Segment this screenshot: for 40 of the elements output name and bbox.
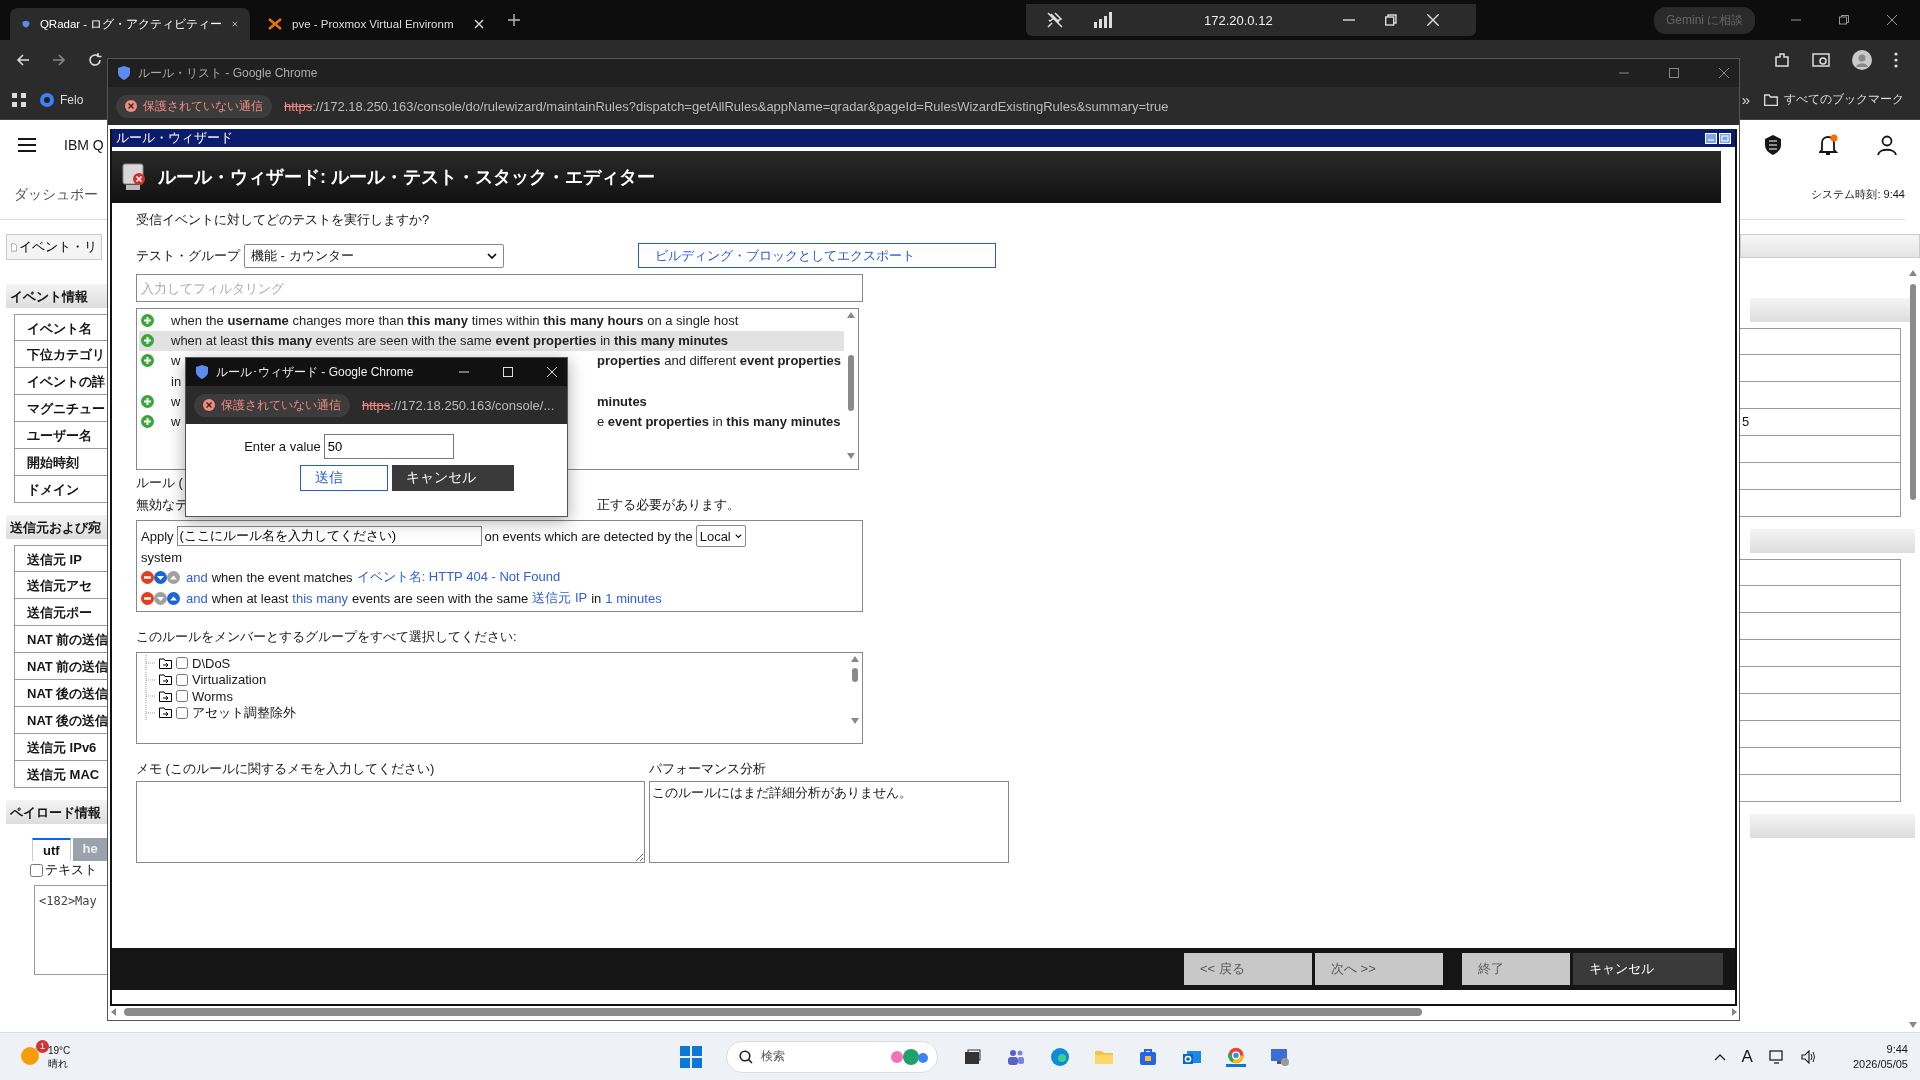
test-text: e event properties in this many minutes [597,414,841,429]
window-title: ルール･ウィザード - Google Chrome [216,363,414,381]
remote-address: 172.20.0.12 [1204,12,1273,28]
url-text: https://172.18.250.163/console/do/rulewizard/maintainRules?dispatch=getAllRules&appName=qradar&pageId=RulesWizardExistingRules&summary=true [284,98,1169,114]
field-label: Enter a value [244,439,321,454]
group-label: D\DoS [192,655,231,671]
checkbox-label: テキスト [45,861,97,879]
group-label: Virtualization [192,672,267,688]
field-label: パフォーマンス分析 [649,760,767,778]
test-text: w [171,353,181,368]
test-text: in [171,374,182,389]
test-text: minutes [597,394,647,409]
condition-text: when at least [211,590,289,606]
test-text: w [171,394,181,409]
test-text: w [171,414,181,429]
section-label: ルール ( [136,474,183,492]
apply-label: Apply [141,528,174,544]
test-text: when at least this many events are seen with the same event properties in this many minutes [171,333,729,348]
performance-text: このルールにはまだ詳細分析がありません。 [649,781,1009,863]
condition-text: events are seen with the same [351,590,529,606]
notification-badge: 1 [36,1039,49,1053]
condition-text: in [591,590,602,606]
frame-title: ルール・ウィザード [116,129,233,147]
detected-text: on events which are detected by the [484,528,693,544]
test-text: properties and different event properties [597,353,841,368]
page-heading: ルール・ウィザード: ルール・テスト・スタック・エディター [158,166,655,189]
product-name: IBM Q [64,137,104,153]
url-text: https://172.18.250.163/console/... [362,397,555,413]
test-text: when the username changes more than this many times within this many hours on a single host [171,313,739,328]
notice-text: 正する必要があります。 [596,496,740,514]
window-title: ルール・リスト - Google Chrome [138,64,318,82]
condition-text: when the event matches [211,569,353,585]
system-text: system [141,550,184,565]
field-label: テスト・グループ [136,246,240,265]
system-time: システム時刻: 9:44 [1811,187,1905,202]
question-text: 受信イベントに対してどのテストを実行しますか? [136,211,431,229]
field-label: メモ (このルールに関するメモを入力してください) [136,760,436,778]
section-label: このルールをメンバーとするグループをすべて選択してください: [136,628,518,646]
group-label: アセット調整除外 [192,703,296,722]
group-label: Worms [192,688,233,704]
